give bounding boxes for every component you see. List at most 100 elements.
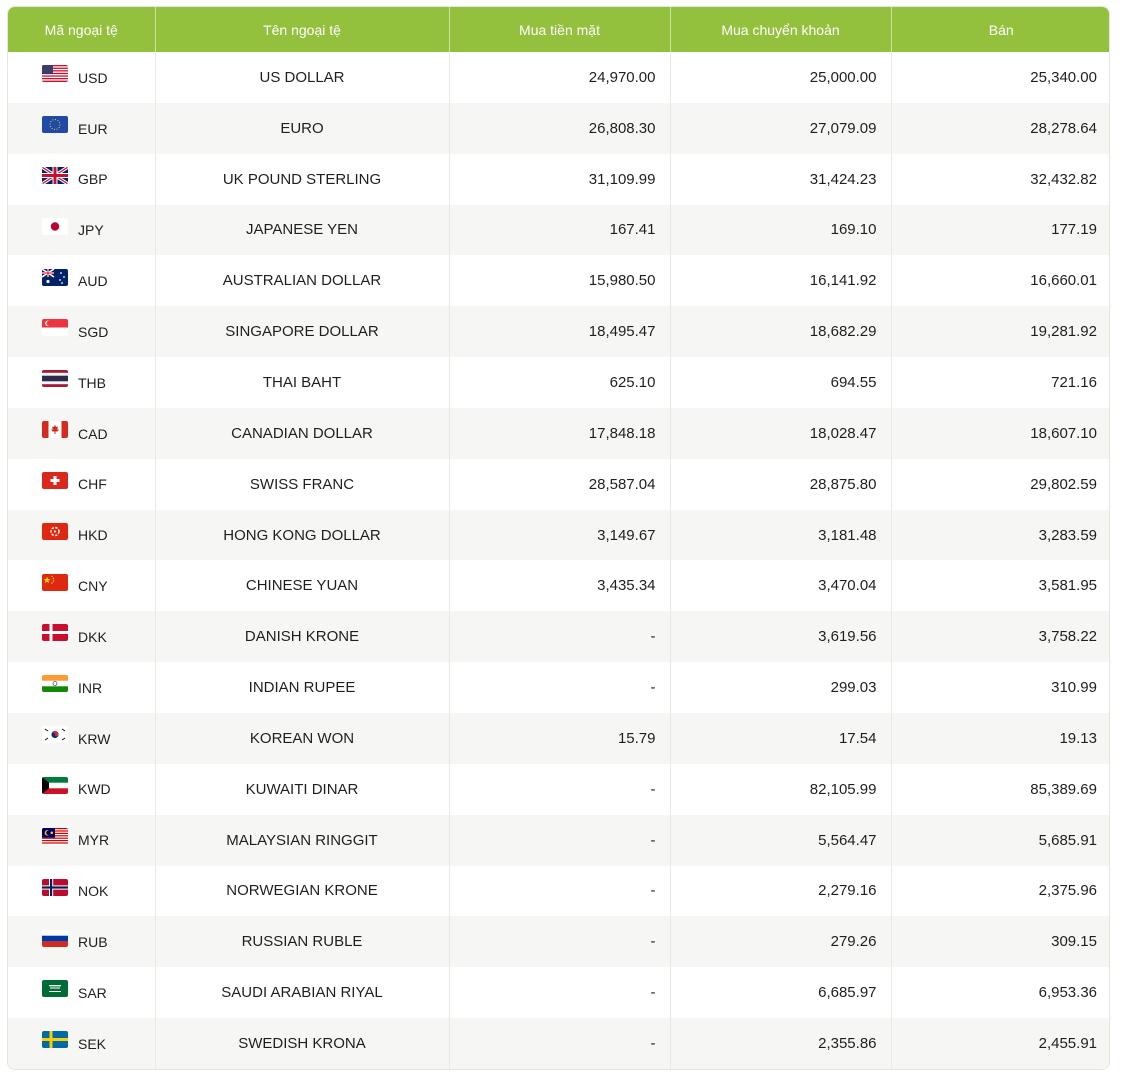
sell-rate: 310.99 bbox=[1051, 679, 1097, 697]
currency-code: HKD bbox=[78, 527, 108, 544]
malaysia-flag-icon bbox=[42, 827, 68, 845]
currency-code: THB bbox=[78, 374, 106, 391]
transfer-buy-rate: 27,079.09 bbox=[670, 102, 892, 154]
currency-code: SEK bbox=[78, 1035, 107, 1052]
transfer-buy-rate: 16,141.92 bbox=[670, 255, 892, 307]
sell-rate: 19,281.92 bbox=[891, 306, 1109, 358]
header-currency-code: Mã ngoại tệ bbox=[8, 7, 156, 52]
currency-code: KRW bbox=[78, 730, 111, 747]
currency-code-cell: CNY bbox=[8, 560, 156, 612]
transfer-buy-rate: 3,619.56 bbox=[670, 611, 892, 663]
currency-name: INDIAN RUPEE bbox=[155, 662, 450, 713]
thailand-flag-icon bbox=[42, 370, 68, 388]
transfer-buy-rate: 5,564.47 bbox=[670, 814, 892, 866]
currency-code-cell: CAD bbox=[8, 407, 156, 459]
currency-code-cell: KRW bbox=[8, 712, 156, 764]
table-row: THB THAI BAHT 625.10 694.55 721.16 bbox=[8, 357, 1109, 408]
sell-rate: 25,340.00 bbox=[1030, 68, 1097, 86]
sell-rate: 16,660.01 bbox=[1030, 272, 1097, 290]
currency-code-cell: INR bbox=[8, 662, 156, 713]
cash-buy-rate: - bbox=[449, 1018, 671, 1069]
currency-code-cell: DKK bbox=[8, 611, 156, 663]
currency-code: RUB bbox=[78, 934, 108, 951]
currency-name: MALAYSIAN RINGGIT bbox=[155, 814, 450, 866]
currency-code-cell: SAR bbox=[8, 967, 156, 1019]
currency-name: SWISS FRANC bbox=[155, 458, 450, 510]
currency-name: KUWAITI DINAR bbox=[155, 763, 450, 815]
cash-buy-rate: - bbox=[449, 763, 671, 815]
header-transfer-buy: Mua chuyển khoản bbox=[670, 7, 892, 52]
table-row: KWD KUWAITI DINAR -82,105.99 85,389.69 bbox=[8, 763, 1109, 815]
table-row: HKD HONG KONG DOLLAR 3,149.67 3,181.48 3,283… bbox=[8, 509, 1109, 561]
sell-rate: 2,375.96 bbox=[1038, 882, 1097, 900]
currency-code: JPY bbox=[78, 222, 104, 239]
currency-code: MYR bbox=[78, 832, 110, 849]
table-row: AUD AUSTRALIAN DOLLAR 15,980.50 16,141.92 16… bbox=[8, 255, 1109, 307]
currency-code-cell: SEK bbox=[8, 1018, 156, 1069]
transfer-buy-rate: 6,685.97 bbox=[670, 967, 892, 1019]
currency-name: US DOLLAR bbox=[155, 52, 450, 103]
table-row: RUB RUSSIAN RUBLE -279.26 309.15 bbox=[8, 916, 1109, 968]
currency-code: AUD bbox=[78, 273, 108, 290]
currency-code-cell: AUD bbox=[8, 255, 156, 307]
currency-name: EURO bbox=[155, 102, 450, 154]
currency-code-cell: MYR bbox=[8, 814, 156, 866]
table-row: JPY JAPANESE YEN 167.41 169.10 177.19 bbox=[8, 204, 1109, 256]
transfer-buy-rate: 299.03 bbox=[670, 662, 892, 713]
cash-buy-rate: 24,970.00 bbox=[449, 52, 671, 103]
sell-rate: 3,581.95 bbox=[1038, 577, 1097, 595]
currency-name: THAI BAHT bbox=[155, 357, 450, 408]
currency-code-cell: HKD bbox=[8, 509, 156, 561]
transfer-buy-rate: 17.54 bbox=[670, 712, 892, 764]
header-currency-name: Tên ngoại tệ bbox=[155, 7, 450, 52]
currency-code: CNY bbox=[78, 578, 108, 595]
currency-code: CAD bbox=[78, 425, 108, 442]
table-row: SAR SAUDI ARABIAN RIYAL -6,685.97 6,953.36 bbox=[8, 967, 1109, 1019]
currency-code: DKK bbox=[78, 628, 107, 645]
currency-name: KOREAN WON bbox=[155, 712, 450, 764]
table-row: NOK NORWEGIAN KRONE -2,279.16 2,375.96 bbox=[8, 865, 1109, 917]
currency-code-cell: SGD bbox=[8, 306, 156, 358]
transfer-buy-rate: 18,682.29 bbox=[670, 306, 892, 358]
currency-code: CHF bbox=[78, 476, 107, 493]
header-row: Mã ngoại tệ Tên ngoại tệ Mua tiền mặt Mu… bbox=[8, 7, 1109, 52]
sell-rate: 3,758.22 bbox=[891, 611, 1109, 663]
currency-code: INR bbox=[78, 679, 103, 696]
transfer-buy-rate: 2,279.16 bbox=[670, 865, 892, 917]
india-flag-icon bbox=[42, 675, 68, 693]
transfer-buy-rate: 18,028.47 bbox=[670, 407, 892, 459]
table-row: GBP UK POUND STERLING 31,109.99 31,424.23 32… bbox=[8, 153, 1109, 205]
cash-buy-rate: - bbox=[449, 916, 671, 968]
cash-buy-rate: 26,808.30 bbox=[449, 102, 671, 154]
currency-code-cell: EUR bbox=[8, 102, 156, 154]
sell-rate: 3,283.59 bbox=[891, 509, 1109, 561]
table-row: SGD SINGAPORE DOLLAR 18,495.47 18,682.29 19,… bbox=[8, 306, 1109, 358]
transfer-buy-rate: 169.10 bbox=[670, 204, 892, 256]
singapore-flag-icon bbox=[42, 319, 68, 337]
currency-name: SWEDISH KRONA bbox=[155, 1018, 450, 1069]
kuwait-flag-icon bbox=[42, 777, 68, 794]
uk-flag-icon bbox=[42, 166, 68, 184]
header-sell: Bán bbox=[891, 7, 1109, 52]
cash-buy-rate: 167.41 bbox=[449, 204, 671, 256]
sell-rate: 32,432.82 bbox=[1030, 170, 1097, 188]
table-row: MYR MALAYSIAN RINGGIT -5,564.47 5,685.91 bbox=[8, 814, 1109, 866]
currency-code-cell: USD bbox=[8, 52, 156, 103]
cash-buy-rate: 3,435.34 bbox=[449, 560, 671, 612]
currency-code: USD bbox=[78, 69, 108, 86]
table-row: CAD CANADIAN DOLLAR 17,848.18 18,028.47 18,6… bbox=[8, 407, 1109, 459]
norway-flag-icon bbox=[42, 878, 68, 896]
transfer-buy-rate: 3,181.48 bbox=[670, 509, 892, 561]
currency-name: JAPANESE YEN bbox=[155, 204, 450, 256]
cash-buy-rate: 18,495.47 bbox=[449, 306, 671, 358]
cash-buy-rate: - bbox=[449, 662, 671, 713]
canada-flag-icon bbox=[42, 421, 68, 439]
cash-buy-rate: 15.79 bbox=[449, 712, 671, 764]
transfer-buy-rate: 279.26 bbox=[670, 916, 892, 968]
sell-rate: 721.16 bbox=[1051, 373, 1097, 391]
currency-name: DANISH KRONE bbox=[155, 611, 450, 663]
eu-flag-icon bbox=[42, 116, 68, 134]
sell-rate: 5,685.91 bbox=[891, 814, 1109, 866]
currency-code-cell: JPY bbox=[8, 204, 156, 256]
currency-name: CANADIAN DOLLAR bbox=[155, 407, 450, 459]
